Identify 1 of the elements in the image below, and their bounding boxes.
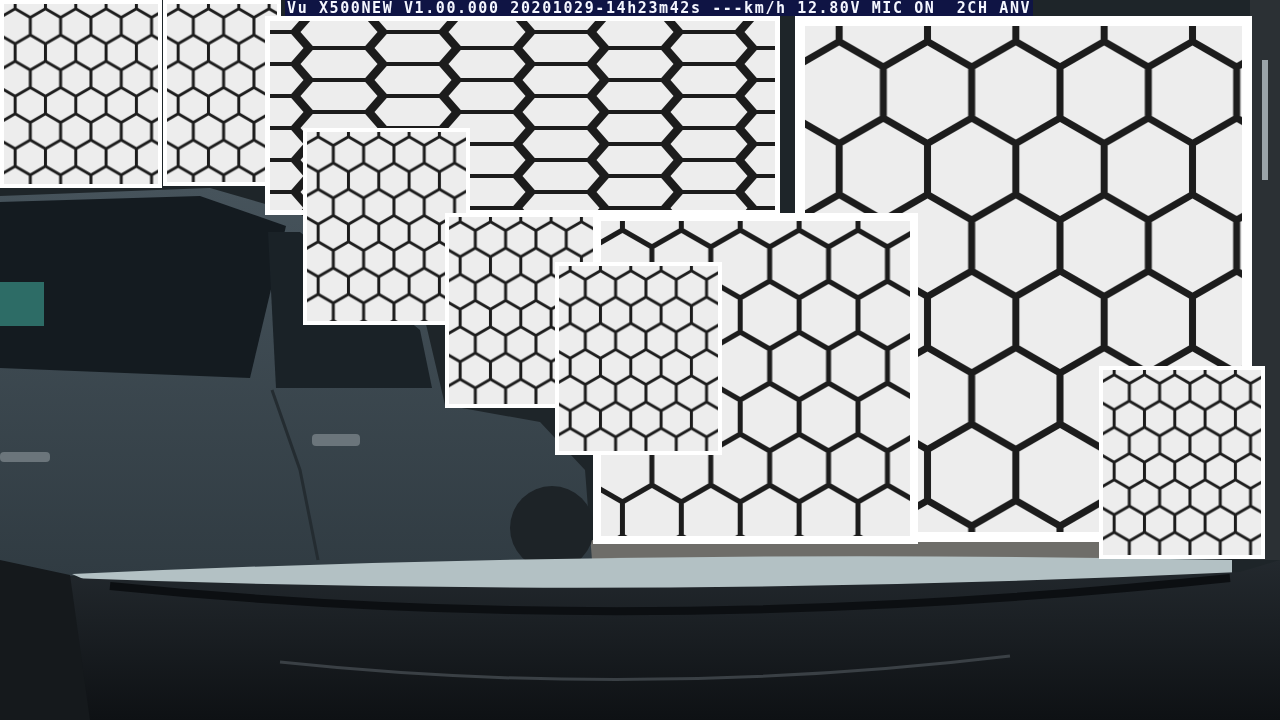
dashcam-info-stamp: Vu X500NEW V1.00.000 20201029-14h23m42s ---km/h 12.80V MIC ON 2CH ANV [285, 0, 1034, 16]
